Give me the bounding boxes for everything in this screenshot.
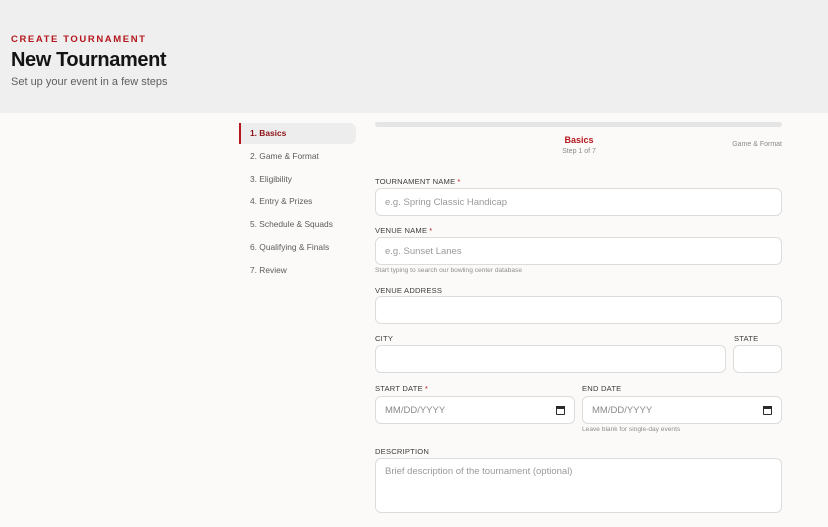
end-date-label: END DATE xyxy=(582,384,622,393)
step-nav-item-review[interactable]: 7. Review xyxy=(239,260,356,281)
state-input[interactable] xyxy=(733,345,782,373)
start-date-label: START DATE * xyxy=(375,384,429,393)
next-step-label: Game & Format xyxy=(732,141,782,148)
venue-name-input[interactable] xyxy=(375,237,782,265)
venue-address-label: VENUE ADDRESS xyxy=(375,286,443,295)
current-step-label: Basics xyxy=(564,135,594,145)
step-nav-item-game-format[interactable]: 2. Game & Format xyxy=(239,146,356,167)
step-count: Step 1 of 7 xyxy=(562,148,596,155)
description-label: DESCRIPTION xyxy=(375,447,430,456)
required-marker: * xyxy=(424,384,429,393)
step-nav: 1. Basics 2. Game & Format 3. Eligibilit… xyxy=(239,123,356,283)
venue-name-label: VENUE NAME * xyxy=(375,226,433,235)
description-textarea[interactable] xyxy=(375,458,782,513)
start-date-placeholder: MM/DD/YYYY xyxy=(385,404,446,416)
step-nav-item-entry-prizes[interactable]: 4. Entry & Prizes xyxy=(239,191,356,212)
venue-name-hint: Start typing to search our bowling cente… xyxy=(375,267,522,274)
page-header: CREATE TOURNAMENT New Tournament Set up … xyxy=(0,0,828,113)
header-eyebrow: CREATE TOURNAMENT xyxy=(11,34,147,45)
end-date-hint: Leave blank for single-day events xyxy=(582,426,681,433)
start-date-input[interactable]: MM/DD/YYYY xyxy=(375,396,575,424)
calendar-icon[interactable] xyxy=(556,405,565,415)
venue-address-input[interactable] xyxy=(375,296,782,324)
progress-bar xyxy=(375,122,782,127)
end-date-placeholder: MM/DD/YYYY xyxy=(592,404,653,416)
required-marker: * xyxy=(429,226,433,235)
city-input[interactable] xyxy=(375,345,726,373)
page-subtitle: Set up your event in a few steps xyxy=(11,76,168,88)
step-nav-item-basics[interactable]: 1. Basics xyxy=(239,123,356,144)
tournament-name-label: TOURNAMENT NAME * xyxy=(375,177,461,186)
city-label: CITY xyxy=(375,334,394,343)
step-nav-item-eligibility[interactable]: 3. Eligibility xyxy=(239,169,356,190)
state-label: STATE xyxy=(734,334,759,343)
step-nav-item-schedule-squads[interactable]: 5. Schedule & Squads xyxy=(239,214,356,235)
calendar-icon[interactable] xyxy=(763,405,772,415)
required-marker: * xyxy=(457,177,461,186)
page-title: New Tournament xyxy=(11,49,167,71)
end-date-input[interactable]: MM/DD/YYYY xyxy=(582,396,782,424)
step-nav-item-qualifying-finals[interactable]: 6. Qualifying & Finals xyxy=(239,237,356,258)
tournament-name-input[interactable] xyxy=(375,188,782,216)
